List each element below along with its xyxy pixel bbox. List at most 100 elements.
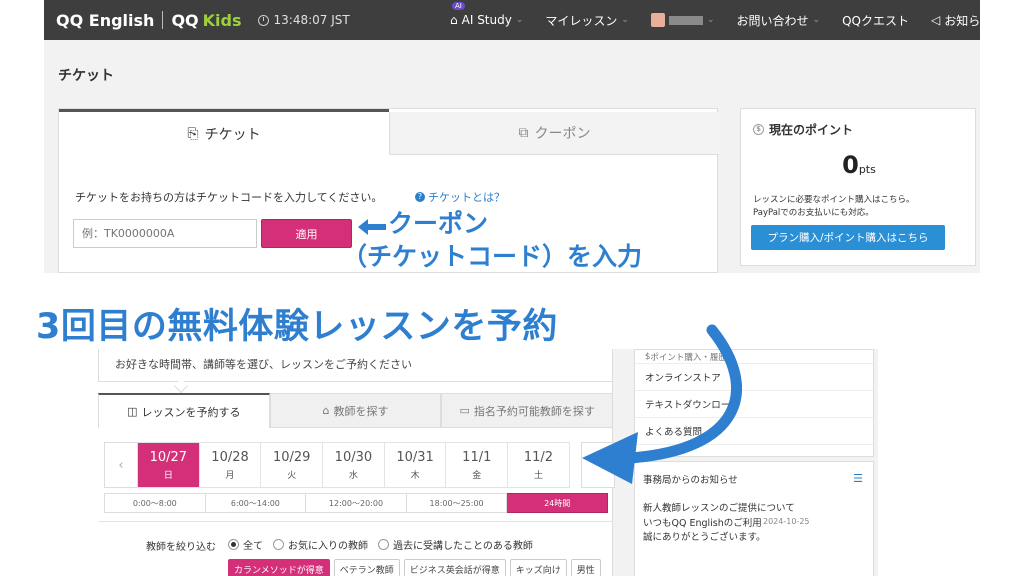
nav-user-menu[interactable]: ⌄ <box>650 13 715 27</box>
chevron-down-icon: ⌄ <box>621 15 629 25</box>
sidebar-item-points-history[interactable]: $ ポイント購入・履歴 <box>635 350 873 364</box>
coupon-icon: ⧉ <box>518 125 529 141</box>
radio-label: お気に入りの教師 <box>288 541 368 552</box>
date-weekday: 金 <box>472 470 482 481</box>
sidebar-menu: $ ポイント購入・履歴 オンラインストア テキストダウンロード よくある質問 <box>634 349 874 457</box>
teacher-filter-label: 教師を絞り込む <box>146 542 216 553</box>
tab-find-nominated-label: 指名予約可能教師を探す <box>473 404 595 418</box>
time-slot[interactable]: 6:00〜14:00 <box>205 493 307 513</box>
date-day: 10/29 <box>272 449 311 465</box>
chevron-down-icon: ⌄ <box>812 15 821 25</box>
points-note: レッスンに必要なポイント購入はこちら。 PayPalでのお支払いにも対応。 <box>753 194 915 220</box>
tab-coupon[interactable]: ⧉ クーポン <box>389 112 719 155</box>
radio-all[interactable]: 全て <box>228 537 263 552</box>
buy-points-button[interactable]: プラン購入/ポイント購入はこちら <box>751 225 945 250</box>
time-slot[interactable]: 18:00〜25:00 <box>406 493 508 513</box>
radio-favorites[interactable]: お気に入りの教師 <box>273 537 368 552</box>
date-day: 10/27 <box>149 449 188 465</box>
teacher-tag-chips: カランメソッドが得意 ベテラン教師 ビジネス英会話が得意 キッズ向け 男性 <box>228 559 601 576</box>
tab-coupon-label: クーポン <box>534 126 591 142</box>
points-number: 0 <box>842 151 859 179</box>
points-heading: $ 現在のポイント <box>753 121 853 138</box>
chip-kids[interactable]: キッズ向け <box>509 559 567 576</box>
site-logo[interactable]: QQ English QQ Kids <box>56 11 242 30</box>
date-cell[interactable]: 11/1 金 <box>446 442 509 488</box>
points-unit: pts <box>858 163 876 176</box>
date-day: 10/30 <box>334 449 373 465</box>
date-cell[interactable]: 10/31 木 <box>384 442 447 488</box>
points-heading-label: 現在のポイント <box>769 123 854 137</box>
time-slot[interactable]: 0:00〜8:00 <box>104 493 206 513</box>
coin-icon: $ <box>753 124 764 135</box>
date-prev-button[interactable]: ‹ <box>104 442 138 488</box>
logo-divider <box>162 11 164 29</box>
document-icon: ▭ <box>459 404 470 417</box>
sidebar-item-text-download[interactable]: テキストダウンロード <box>635 391 873 418</box>
apply-button[interactable]: 適用 <box>261 219 352 248</box>
annotation-coupon: クーポン <box>388 209 489 238</box>
points-note-line2: PayPalでのお支払いにも対応。 <box>753 208 874 218</box>
tab-ticket[interactable]: ⎘ チケット <box>59 109 389 155</box>
news-heading: 事務局からのお知らせ <box>643 475 738 486</box>
divider <box>98 521 613 522</box>
chip-male[interactable]: 男性 <box>570 559 601 576</box>
nav-contact-label: お問い合わせ <box>736 13 809 28</box>
tab-book-lesson[interactable]: ◫ レッスンを予約する <box>98 393 270 428</box>
list-icon[interactable]: ☰ <box>853 472 863 485</box>
date-cell[interactable]: 10/30 水 <box>323 442 385 488</box>
date-weekday: 水 <box>348 470 358 481</box>
news-item-body: いつもQQ Englishのご利用誠にありがとうございます。 <box>643 518 766 543</box>
sidebar-item-label: ポイント購入・履歴 <box>650 352 727 363</box>
teacher-filter-radios: 全て お気に入りの教師 過去に受講したことのある教師 <box>228 537 533 552</box>
booking-intro: お好きな時間帯、講師等を選び、レッスンをご予約ください <box>98 349 613 382</box>
tab-find-nominated-teacher[interactable]: ▭ 指名予約可能教師を探す <box>441 393 614 428</box>
nav-menu: ⌂ AI Study ⌄ マイレッスン ⌄ ⌄ お問い合わせ ⌄ QQクエスト … <box>450 0 980 40</box>
annotation-coupon-code: （チケットコード）を入力 <box>342 242 643 271</box>
date-cell[interactable]: 10/29 火 <box>261 442 324 488</box>
news-item-date: 2024-10-25 <box>763 517 810 526</box>
ticket-instructions: チケットをお持ちの方はチケットコードを入力してください。 <box>75 191 383 204</box>
tab-find-teacher[interactable]: ⌂ 教師を探す <box>269 393 442 428</box>
sidebar-item-store[interactable]: オンラインストア <box>635 364 873 391</box>
date-cell[interactable]: 11/2 土 <box>508 442 570 488</box>
ticket-page-screenshot: QQ English QQ Kids 13:48:07 JST AI ⌂ AI S… <box>44 0 980 273</box>
clock-time: 13:48:07 JST <box>273 13 350 27</box>
date-cell[interactable]: 10/28 月 <box>199 442 262 488</box>
date-next-button[interactable] <box>581 442 615 488</box>
news-item-title[interactable]: 新人教師レッスンのご提供について <box>643 500 795 514</box>
radio-dot <box>378 539 389 550</box>
sidebar-item-faq[interactable]: よくある質問 <box>635 418 873 445</box>
date-cell[interactable]: 10/27 日 <box>138 442 200 488</box>
tab-book-lesson-label: レッスンを予約する <box>141 405 241 419</box>
points-panel: $ 現在のポイント 0pts レッスンに必要なポイント購入はこちら。 PayPa… <box>740 108 976 266</box>
blurred-username <box>668 15 703 25</box>
date-weekday: 日 <box>163 470 173 481</box>
logo-kids: Kids <box>202 10 242 30</box>
ticket-help-link[interactable]: ? チケットとは？ <box>415 189 505 205</box>
chip-business[interactable]: ビジネス英会話が得意 <box>403 559 506 576</box>
date-weekday: 木 <box>410 470 420 481</box>
time-slot[interactable]: 24時間 <box>507 493 608 513</box>
radio-past-teachers[interactable]: 過去に受講したことのある教師 <box>378 537 533 552</box>
logo-qq-english: QQ English <box>56 10 155 30</box>
news-panel: 事務局からのお知らせ ☰ 新人教師レッスンのご提供について いつもQQ Engl… <box>634 461 874 576</box>
chevron-down-icon: ⌄ <box>706 15 715 25</box>
ticket-code-input[interactable] <box>73 219 257 248</box>
nav-my-lessons[interactable]: マイレッスン ⌄ <box>545 12 629 29</box>
nav-contact[interactable]: お問い合わせ ⌄ <box>737 12 821 29</box>
chip-veteran[interactable]: ベテラン教師 <box>333 559 400 576</box>
radio-label: 過去に受講したことのある教師 <box>393 541 533 552</box>
nav-ai-study[interactable]: ⌂ AI Study ⌄ <box>450 13 523 27</box>
points-value: 0pts <box>741 151 977 179</box>
chip-callan[interactable]: カランメソッドが得意 <box>228 559 330 576</box>
nav-quest[interactable]: QQクエスト <box>842 12 909 29</box>
robot-icon: ⌂ <box>450 13 458 27</box>
screenshot-canvas: QQ English QQ Kids 13:48:07 JST AI ⌂ AI S… <box>0 0 1024 576</box>
nav-news[interactable]: ◁ お知らせ ⌄ <box>931 12 980 29</box>
nav-my-lessons-label: マイレッスン <box>545 13 618 28</box>
time-slot[interactable]: 12:00〜20:00 <box>306 493 407 513</box>
left-arrow-icon <box>358 219 386 235</box>
speaker-icon: ◁ <box>930 13 941 27</box>
avatar <box>650 13 665 27</box>
nav-ai-study-label: AI Study <box>461 13 512 27</box>
